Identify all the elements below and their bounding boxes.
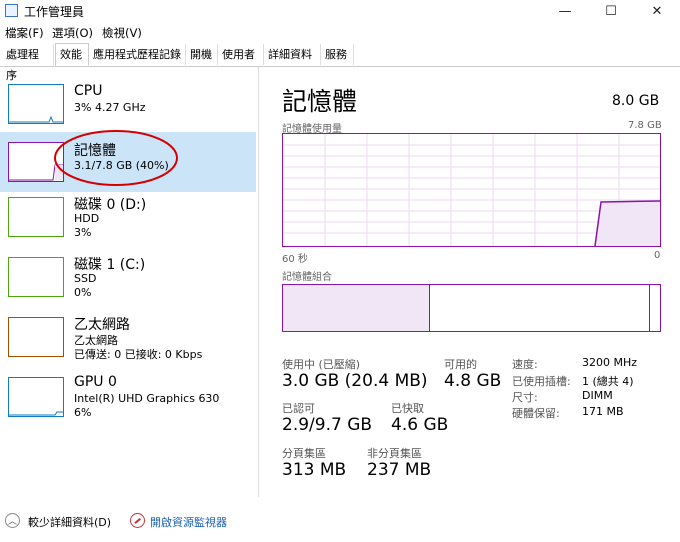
composition-label: 記憶體組合	[282, 272, 332, 283]
speed-label: 速度:	[512, 358, 538, 371]
axis-left-label: 60 秒	[282, 254, 308, 265]
menu-bar: 檔案(F) 選項(O) 檢視(V)	[0, 22, 680, 42]
resource-monitor-icon[interactable]	[130, 513, 145, 528]
hardware-reserved-value: 171 MB	[582, 405, 624, 418]
disk0-thumbnail-graph	[8, 197, 64, 237]
page-title: 記憶體	[282, 87, 358, 116]
resource-name: 磁碟 1 (C:)	[74, 257, 146, 273]
in-use-label: 使用中 (已壓縮)	[282, 358, 361, 371]
paged-pool-label: 分頁集區	[282, 447, 326, 460]
menu-options[interactable]: 選項(O)	[52, 25, 93, 41]
resource-name: 磁碟 0 (D:)	[74, 197, 147, 213]
tab-bar: 處理程序 效能 應用程式歷程記錄 開機 使用者 詳細資料 服務	[0, 43, 680, 82]
resource-usage: 0%	[74, 286, 92, 299]
form-factor-value: DIMM	[582, 389, 613, 402]
resource-item-gpu[interactable]: GPU 0 Intel(R) UHD Graphics 630 6%	[0, 373, 256, 433]
resource-usage: 3%	[74, 226, 92, 239]
in-use-value: 3.0 GB (20.4 MB)	[282, 371, 428, 391]
cached-label: 已快取	[391, 402, 424, 415]
form-factor-label: 尺寸:	[512, 391, 538, 404]
disk1-thumbnail-graph	[8, 257, 64, 297]
window-title: 工作管理員	[24, 5, 85, 19]
tab-details[interactable]: 詳細資料	[264, 44, 321, 65]
resource-detail: SSD	[74, 272, 97, 285]
task-manager-icon	[5, 4, 18, 17]
menu-file[interactable]: 檔案(F)	[5, 25, 44, 41]
gpu-thumbnail-graph	[8, 377, 64, 417]
memory-usage-graph	[282, 133, 661, 247]
cpu-thumbnail-graph	[8, 84, 64, 124]
tab-performance[interactable]: 效能	[55, 43, 89, 66]
resource-item-ethernet[interactable]: 乙太網路 乙太網路 已傳送: 0 已接收: 0 Kbps	[0, 313, 256, 373]
menu-view[interactable]: 檢視(V)	[102, 25, 142, 41]
memory-composition-bar	[282, 284, 661, 332]
chevron-up-icon[interactable]: ︿	[5, 513, 20, 528]
resource-name: 乙太網路	[74, 317, 130, 333]
nonpaged-pool-label: 非分頁集區	[367, 447, 422, 460]
available-label: 可用的	[444, 358, 477, 371]
tab-startup[interactable]: 開機	[186, 44, 218, 65]
minimize-button[interactable]: —	[542, 0, 588, 22]
maximize-button[interactable]: ☐	[588, 0, 634, 22]
tab-app-history[interactable]: 應用程式歷程記錄	[89, 44, 186, 65]
resource-item-memory[interactable]: 記憶體 3.1/7.8 GB (40%)	[0, 130, 256, 192]
resource-detail: Intel(R) UHD Graphics 630	[74, 392, 220, 405]
resource-detail: HDD	[74, 212, 100, 225]
tab-users[interactable]: 使用者	[218, 44, 264, 65]
resource-name: CPU	[74, 83, 103, 99]
footer: ︿ 較少詳細資料(D) 開啟資源監視器	[0, 508, 680, 534]
resource-list: CPU 3% 4.27 GHz 記憶體 3.1/7.8 GB (40%) 磁碟 …	[0, 67, 259, 497]
red-highlight-circle	[54, 130, 178, 186]
committed-value: 2.9/9.7 GB	[282, 415, 373, 435]
slots-label: 已使用插槽:	[512, 375, 571, 388]
speed-value: 3200 MHz	[582, 356, 638, 369]
axis-right-label: 0	[654, 250, 661, 261]
resource-item-disk1[interactable]: 磁碟 1 (C:) SSD 0%	[0, 253, 256, 313]
title-bar: 工作管理員 — ☐ ✕	[0, 0, 680, 22]
open-resource-monitor-link[interactable]: 開啟資源監視器	[150, 514, 227, 530]
resource-name: GPU 0	[74, 374, 117, 390]
hardware-reserved-label: 硬體保留:	[512, 407, 560, 420]
resource-usage: 已傳送: 0 已接收: 0 Kbps	[74, 348, 203, 361]
ethernet-thumbnail-graph	[8, 317, 64, 357]
tab-processes[interactable]: 處理程序	[2, 44, 54, 82]
fewer-details-button[interactable]: 較少詳細資料(D)	[28, 514, 111, 530]
composition-in-use	[283, 285, 430, 331]
slots-value: 1 (總共 4)	[582, 375, 634, 388]
cached-value: 4.6 GB	[391, 415, 449, 435]
available-value: 4.8 GB	[444, 371, 502, 391]
usage-graph-max: 7.8 GB	[628, 120, 662, 131]
close-button[interactable]: ✕	[634, 0, 680, 22]
nonpaged-pool-value: 237 MB	[367, 460, 432, 480]
resource-usage: 6%	[74, 406, 92, 419]
resource-detail: 3% 4.27 GHz	[74, 101, 146, 114]
composition-standby	[431, 285, 650, 331]
resource-item-disk0[interactable]: 磁碟 0 (D:) HDD 3%	[0, 193, 256, 253]
total-memory: 8.0 GB	[612, 93, 660, 109]
committed-label: 已認可	[282, 402, 315, 415]
paged-pool-value: 313 MB	[282, 460, 347, 480]
tab-services[interactable]: 服務	[321, 44, 354, 65]
